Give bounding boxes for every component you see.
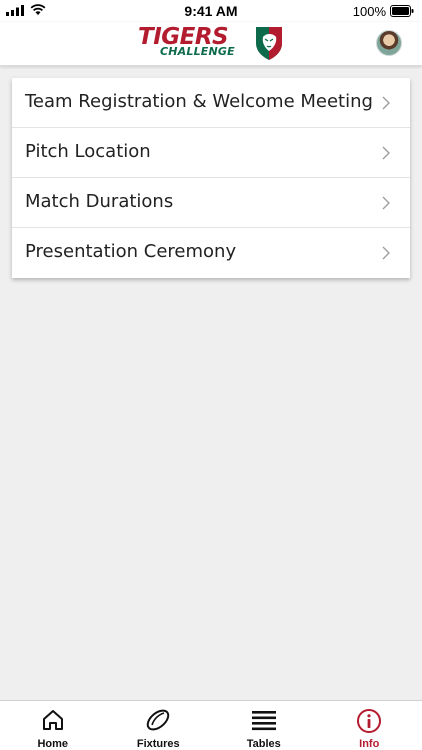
tab-label: Fixtures xyxy=(136,738,180,750)
tab-home[interactable]: Home xyxy=(0,701,106,750)
chevron-right-icon xyxy=(382,246,390,260)
avatar[interactable] xyxy=(376,30,402,56)
rugby-ball-icon xyxy=(147,709,170,731)
menu-item-label: Pitch Location xyxy=(25,141,151,162)
info-menu-list: Team Registration & Welcome Meeting Pitc… xyxy=(12,78,410,278)
list-icon xyxy=(251,711,276,731)
battery-icon xyxy=(390,5,414,17)
tab-tables[interactable]: Tables xyxy=(211,701,317,750)
tigers-challenge-logo: TIGERS CHALLENGE xyxy=(138,24,288,62)
menu-item-team-registration[interactable]: Team Registration & Welcome Meeting xyxy=(12,78,410,128)
tab-label: Tables xyxy=(246,738,281,750)
tab-label: Home xyxy=(37,738,69,750)
home-icon xyxy=(42,710,63,730)
status-bar: 9:41 AM 100% xyxy=(0,0,422,22)
chevron-right-icon xyxy=(382,146,390,160)
tab-info[interactable]: Info xyxy=(317,701,422,750)
bottom-tab-bar: Home Fixtures Tables Info xyxy=(0,700,422,750)
tab-label: Info xyxy=(359,738,380,750)
menu-item-match-durations[interactable]: Match Durations xyxy=(12,178,410,228)
chevron-right-icon xyxy=(382,196,390,210)
menu-item-label: Match Durations xyxy=(25,191,174,212)
menu-item-label: Presentation Ceremony xyxy=(25,241,237,262)
menu-item-pitch-location[interactable]: Pitch Location xyxy=(12,128,410,178)
info-icon xyxy=(357,709,382,733)
app-header: TIGERS CHALLENGE xyxy=(0,22,422,66)
tab-fixtures[interactable]: Fixtures xyxy=(106,701,212,750)
battery-percent: 100% xyxy=(352,4,386,19)
tiger-crest-icon xyxy=(256,27,282,60)
menu-item-label: Team Registration & Welcome Meeting xyxy=(25,91,373,112)
chevron-right-icon xyxy=(382,96,390,110)
menu-item-presentation-ceremony[interactable]: Presentation Ceremony xyxy=(12,228,410,278)
logo-subtitle: CHALLENGE xyxy=(160,45,235,58)
